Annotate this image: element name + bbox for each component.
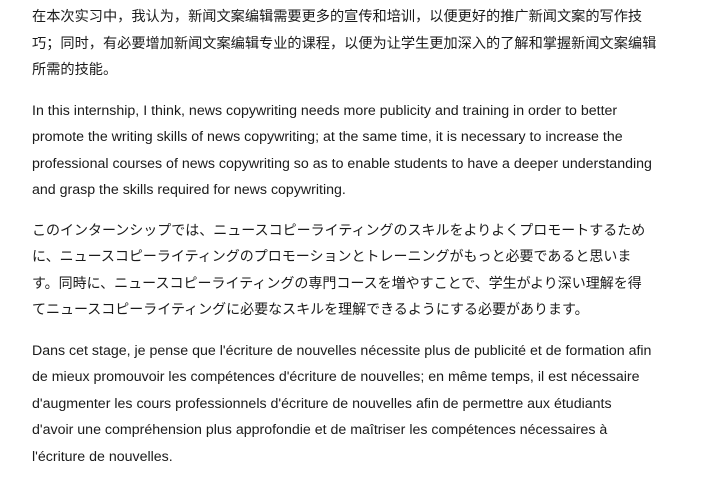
paragraph-japanese: このインターンシップでは、ニュースコピーライティングのスキルをよりよくプロモート… (32, 222, 646, 319)
paragraph-chinese: 在本次实习中，我认为，新闻文案编辑需要更多的宣传和培训，以便更好的推广新闻文案的… (32, 9, 657, 78)
paragraph-french: Dans cet stage, je pense que l'écriture … (32, 342, 652, 465)
paragraph-english: In this internship, I think, news copywr… (32, 102, 652, 199)
document-page: 在本次实习中，我认为，新闻文案编辑需要更多的宣传和培训，以便更好的推广新闻文案的… (0, 0, 720, 482)
